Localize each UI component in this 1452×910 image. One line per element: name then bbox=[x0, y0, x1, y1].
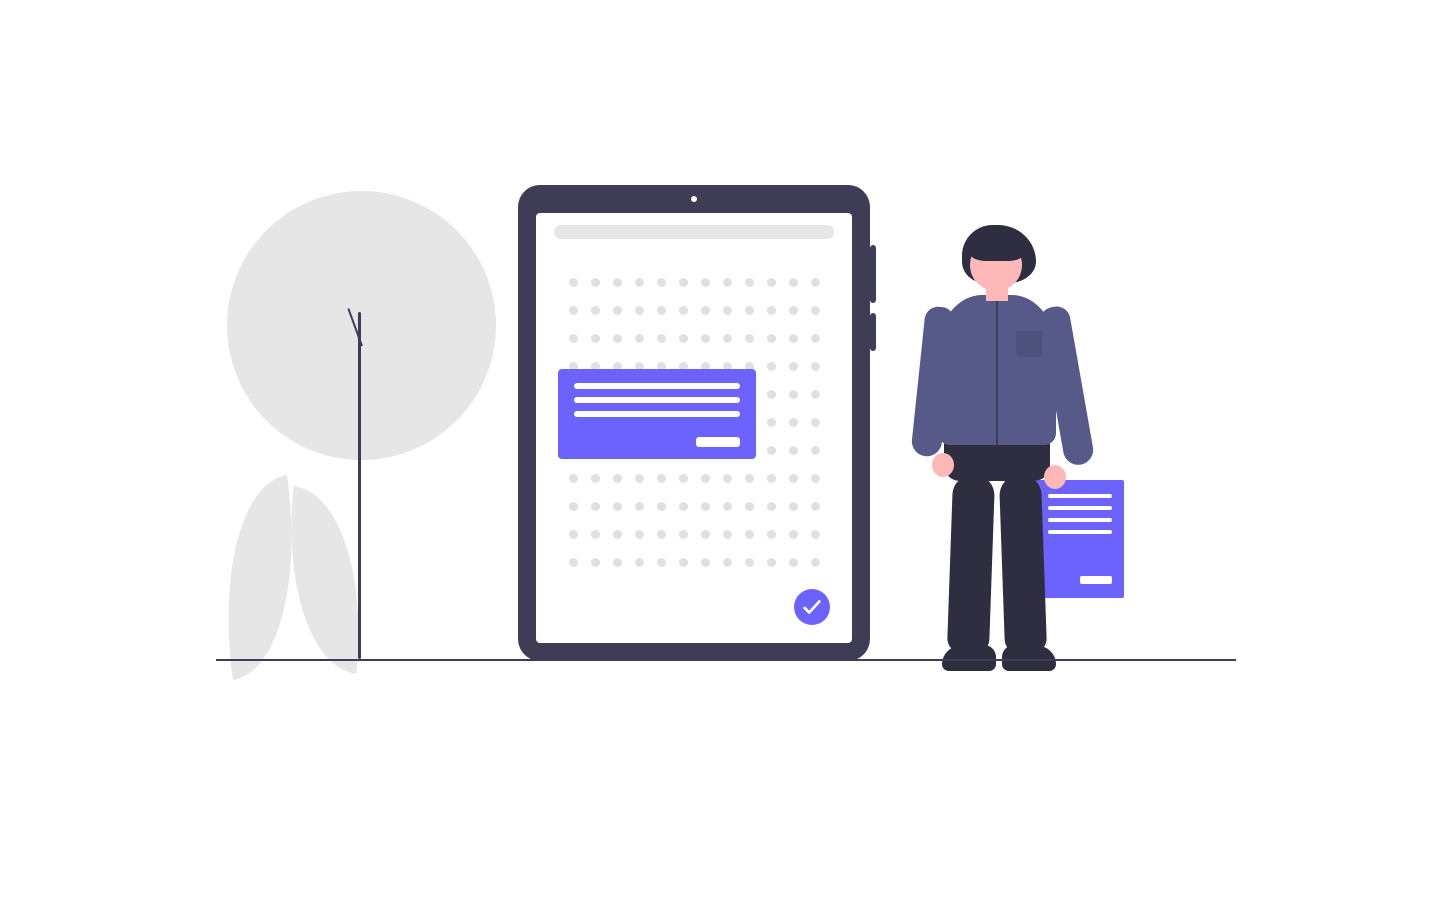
person-hand-icon bbox=[1044, 465, 1066, 489]
text-line-icon bbox=[574, 411, 740, 417]
person-leg-icon bbox=[947, 474, 995, 653]
person-hand-icon bbox=[932, 453, 954, 477]
tree-trunk-icon bbox=[358, 312, 361, 659]
event-card-icon bbox=[558, 369, 756, 459]
tablet-device-icon bbox=[518, 185, 870, 661]
person-figure-icon bbox=[920, 225, 1110, 680]
person-shoe-icon bbox=[942, 645, 996, 671]
tablet-camera-icon bbox=[691, 196, 697, 202]
jacket-zipper-icon bbox=[996, 299, 998, 445]
person-shoe-icon bbox=[1002, 645, 1056, 671]
tablet-side-button-icon bbox=[870, 245, 876, 303]
text-line-icon bbox=[574, 383, 740, 389]
tablet-side-button-icon bbox=[870, 313, 876, 351]
tree-canopy-icon bbox=[227, 191, 496, 460]
illustration-scene bbox=[0, 0, 1452, 910]
text-line-icon bbox=[574, 397, 740, 403]
tablet-screen bbox=[536, 213, 852, 643]
person-leg-icon bbox=[999, 474, 1047, 653]
card-button-icon bbox=[696, 437, 740, 447]
person-hair-front-icon bbox=[968, 231, 1026, 261]
ground-line-icon bbox=[216, 659, 1236, 661]
address-bar-icon bbox=[554, 225, 834, 239]
checkmark-badge-icon bbox=[794, 589, 830, 625]
shirt-pocket-icon bbox=[1016, 331, 1042, 357]
